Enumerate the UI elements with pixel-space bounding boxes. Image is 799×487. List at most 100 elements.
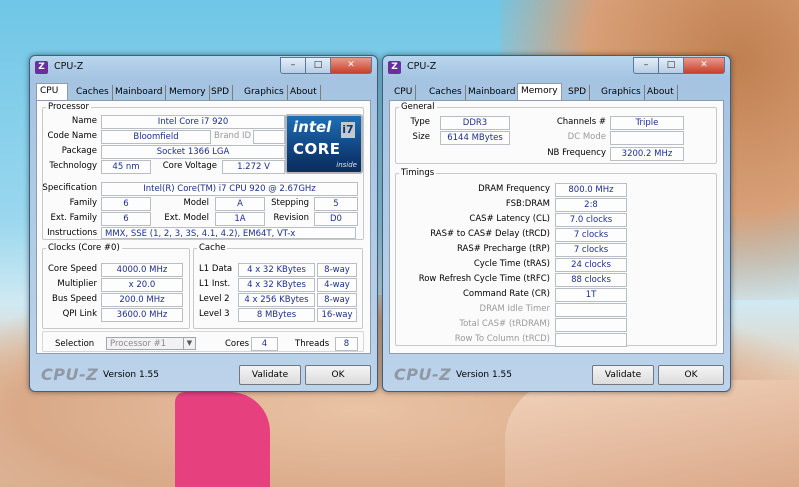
close-button[interactable]: ✕ (331, 57, 372, 74)
cache-row-label: Level 2 (199, 294, 230, 304)
logo-core-text: CORE (293, 140, 341, 158)
core-voltage-value: 1.272 V (222, 160, 285, 174)
core-speed-value: 4000.0 MHz (101, 263, 183, 277)
type-value: DDR3 (440, 116, 510, 130)
cores-label: Cores (225, 339, 250, 349)
timing-label: CAS# Latency (CL) (469, 214, 550, 224)
tab-spd[interactable]: SPD (208, 85, 234, 100)
instructions-value: MMX, SSE (1, 2, 3, 3S, 4.1, 4.2), EM64T,… (101, 227, 356, 239)
timing-label-disabled: DRAM Idle Timer (479, 304, 550, 314)
cache-row-label: L1 Inst. (199, 279, 231, 289)
tab-about[interactable]: About (644, 85, 678, 100)
logo-i7-badge: i7 (341, 122, 355, 138)
processor-select-value: Processor #1 (110, 339, 167, 349)
ext-family-label: Ext. Family (50, 213, 98, 223)
timing-value: 1T (555, 288, 627, 302)
model-label: Model (183, 198, 209, 208)
tab-mainboard[interactable]: Mainboard (112, 85, 167, 100)
specification-label: Specification (42, 183, 97, 193)
cpuz-app-icon[interactable]: Z (388, 61, 401, 74)
timing-value: 7 clocks (555, 228, 627, 242)
tab-caches[interactable]: Caches (73, 85, 113, 100)
title-bar[interactable]: Z CPU-Z – □ ✕ (383, 56, 730, 78)
processor-select[interactable]: Processor #1 ▼ (106, 337, 196, 350)
qpi-link-label: QPI Link (62, 309, 97, 319)
type-label: Type (410, 117, 430, 127)
technology-value: 45 nm (101, 160, 151, 174)
ok-button[interactable]: OK (305, 365, 371, 385)
timing-value: 88 clocks (555, 273, 627, 287)
dc-mode-label: DC Mode (567, 132, 606, 142)
stepping-label: Stepping (271, 198, 309, 208)
tab-memory[interactable]: Memory (166, 85, 210, 100)
intel-core-i7-logo: intel i7 CORE inside (285, 114, 363, 174)
processor-legend: Processor (48, 102, 89, 112)
specification-value: Intel(R) Core(TM) i7 CPU 920 @ 2.67GHz (101, 182, 358, 196)
tab-strip: CPU Caches Mainboard Memory SPD Graphics… (389, 83, 724, 102)
brand-id-label: Brand ID (214, 131, 252, 141)
name-label: Name (71, 116, 97, 126)
cpuz-window-memory: Z CPU-Z – □ ✕ CPU Caches Mainboard Memor… (382, 55, 731, 392)
multiplier-label: Multiplier (57, 279, 97, 289)
cache-row-way: 4-way (317, 278, 357, 292)
maximize-button[interactable]: □ (306, 57, 331, 74)
version-text: Version 1.55 (456, 370, 512, 380)
tab-strip: CPU Caches Mainboard Memory SPD Graphics… (36, 83, 371, 102)
ext-family-value: 6 (101, 212, 151, 226)
timing-label-disabled: Row To Column (tRCD) (454, 334, 550, 344)
cache-row-size: 8 MBytes (238, 308, 315, 322)
wallpaper-arm (505, 380, 799, 487)
window-title: CPU-Z (407, 61, 437, 72)
logo-intel-text: intel (293, 118, 332, 136)
timing-label: DRAM Frequency (478, 184, 550, 194)
clocks-legend: Clocks (Core #0) (48, 243, 120, 253)
multiplier-value: x 20.0 (101, 278, 183, 292)
cpuz-window-cpu: Z CPU-Z – □ ✕ CPU Caches Mainboard Memor… (29, 55, 378, 392)
version-text: Version 1.55 (103, 370, 159, 380)
ok-button[interactable]: OK (658, 365, 724, 385)
size-label: Size (412, 132, 430, 142)
cache-row-size: 4 x 32 KBytes (238, 263, 315, 277)
tab-about[interactable]: About (287, 85, 321, 100)
name-value: Intel Core i7 920 (101, 115, 285, 129)
title-bar[interactable]: Z CPU-Z – □ ✕ (30, 56, 377, 78)
tab-graphics[interactable]: Graphics (598, 85, 645, 100)
maximize-button[interactable]: □ (659, 57, 684, 74)
general-legend: General (401, 102, 435, 112)
cpuz-app-icon[interactable]: Z (35, 61, 48, 74)
code-name-value: Bloomfield (101, 130, 211, 144)
cache-row-size: 4 x 256 KBytes (238, 293, 315, 307)
timings-legend: Timings (401, 168, 435, 178)
dc-mode-value (610, 131, 684, 145)
nb-frequency-value: 3200.2 MHz (610, 147, 684, 161)
tab-mainboard[interactable]: Mainboard (465, 85, 520, 100)
tab-spd[interactable]: SPD (565, 85, 591, 100)
family-value: 6 (101, 197, 151, 211)
channels-value: Triple (610, 116, 684, 130)
minimize-button[interactable]: – (633, 57, 659, 74)
cache-row-way: 8-way (317, 263, 357, 277)
validate-button[interactable]: Validate (592, 365, 654, 385)
timing-value: 2:8 (555, 198, 627, 212)
tab-cpu[interactable]: CPU (391, 85, 417, 100)
ext-model-label: Ext. Model (164, 213, 209, 223)
close-button[interactable]: ✕ (684, 57, 725, 74)
tab-caches[interactable]: Caches (426, 85, 466, 100)
timing-value: 800.0 MHz (555, 183, 627, 197)
threads-label: Threads (295, 339, 330, 349)
core-speed-label: Core Speed (47, 264, 97, 274)
timing-value: 24 clocks (555, 258, 627, 272)
selection-label: Selection (55, 339, 95, 349)
timing-label: Cycle Time (tRAS) (473, 259, 550, 269)
nb-frequency-label: NB Frequency (547, 148, 606, 158)
tab-graphics[interactable]: Graphics (241, 85, 288, 100)
minimize-button[interactable]: – (280, 57, 306, 74)
validate-button[interactable]: Validate (239, 365, 301, 385)
window-controls: – □ ✕ (280, 57, 372, 74)
ext-model-value: 1A (215, 212, 265, 226)
chevron-down-icon[interactable]: ▼ (183, 338, 195, 349)
threads-value: 8 (335, 337, 358, 351)
cache-row-label: L1 Data (199, 264, 233, 274)
memory-panel: General Type DDR3 Size 6144 MBytes Chann… (389, 100, 724, 354)
cpuz-brand-logo: CPU-Z (394, 365, 452, 384)
